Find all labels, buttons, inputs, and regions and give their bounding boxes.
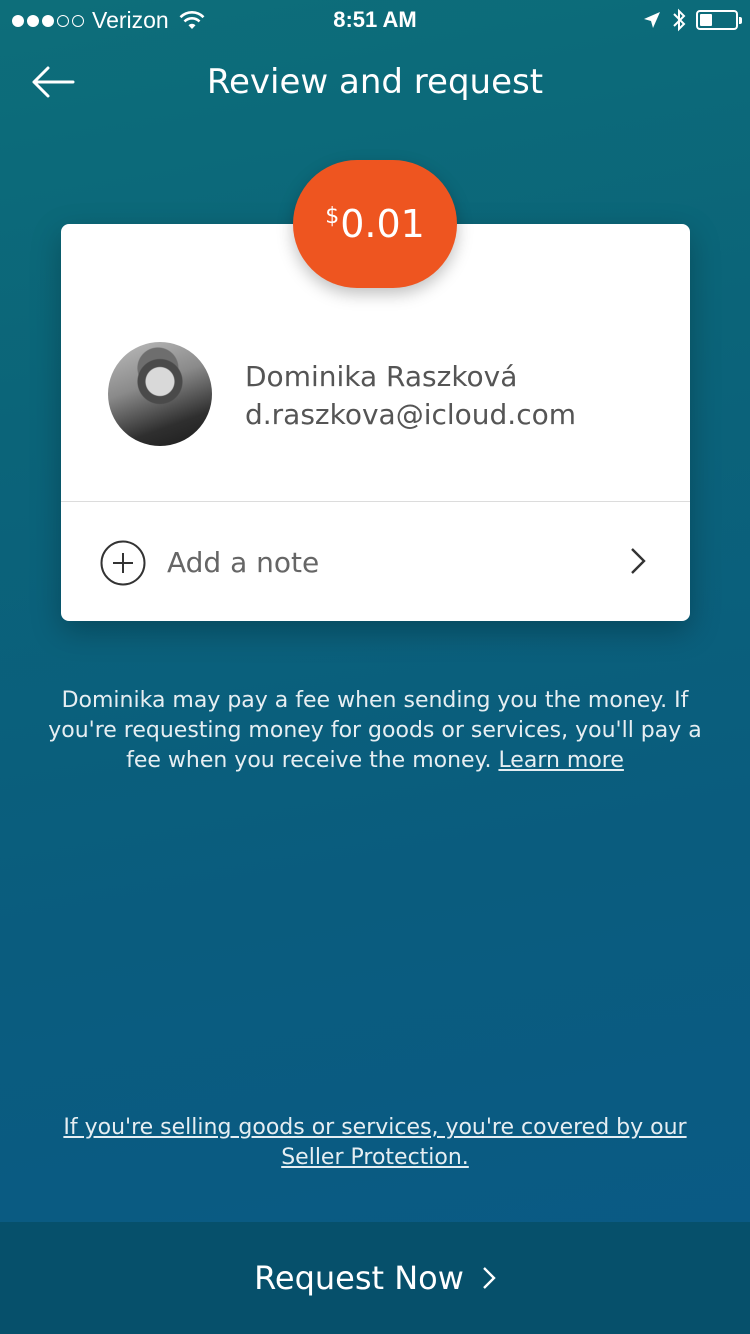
status-bar: Verizon 8:51 AM: [0, 0, 750, 40]
add-note-label: Add a note: [167, 546, 320, 579]
seller-protection: If you're selling goods or services, you…: [30, 1113, 720, 1173]
seller-protection-link[interactable]: If you're selling goods or services, you…: [63, 1115, 686, 1170]
avatar: [108, 342, 212, 446]
bluetooth-icon: [673, 8, 686, 32]
currency-symbol: $: [325, 204, 340, 229]
request-now-button[interactable]: Request Now: [0, 1222, 750, 1334]
fee-notice: Dominika may pay a fee when sending you …: [30, 686, 720, 776]
learn-more-link[interactable]: Learn more: [498, 748, 623, 773]
amount-badge[interactable]: $ 0.01: [293, 160, 457, 288]
chevron-right-icon: [483, 1267, 496, 1289]
plus-circle-icon: [100, 540, 146, 586]
page-title: Review and request: [206, 62, 544, 102]
nav-bar: Review and request: [0, 50, 750, 120]
request-now-label: Request Now: [254, 1259, 464, 1297]
contact-name: Dominika Raszková: [245, 360, 518, 393]
amount-value: 0.01: [340, 202, 425, 246]
add-note-row[interactable]: Add a note: [61, 502, 690, 621]
chevron-right-icon: [631, 548, 646, 574]
contact-email: d.raszkova@icloud.com: [245, 398, 577, 431]
location-arrow-icon: [644, 12, 660, 28]
status-right: [642, 8, 742, 32]
battery-icon: [696, 10, 742, 30]
status-time: 8:51 AM: [333, 7, 417, 32]
